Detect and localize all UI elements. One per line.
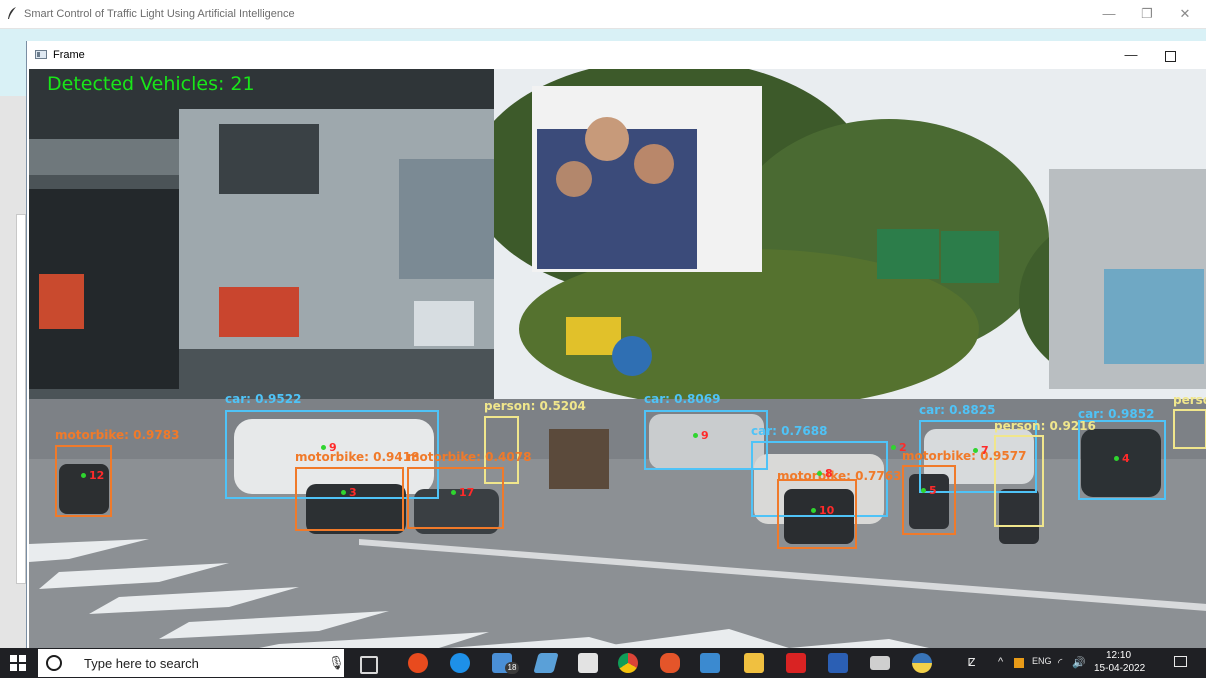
file-icon[interactable] bbox=[700, 653, 720, 673]
detection-label: perso bbox=[1173, 393, 1206, 407]
detection-label: motorbike: 0.9418 bbox=[295, 450, 420, 464]
track-centroid-dot bbox=[693, 433, 698, 438]
show-hidden-icons-icon[interactable]: ^ bbox=[998, 656, 1003, 668]
people-icon[interactable]: ⵇ bbox=[968, 656, 976, 669]
mail-badge: 18 bbox=[505, 662, 519, 674]
app-close-button[interactable]: ✕ bbox=[1174, 4, 1196, 24]
app-title: Smart Control of Traffic Light Using Art… bbox=[24, 8, 295, 20]
detection-label: car: 0.8825 bbox=[919, 403, 996, 417]
explorer-icon[interactable] bbox=[744, 653, 764, 673]
frame-titlebar: Frame — bbox=[27, 41, 1206, 69]
left-scrollbar[interactable] bbox=[16, 214, 26, 584]
python-icon[interactable] bbox=[912, 653, 932, 673]
track-id-label: 9 bbox=[329, 441, 337, 454]
track-id-label: 17 bbox=[459, 486, 475, 499]
track-centroid-dot bbox=[81, 473, 86, 478]
store-icon[interactable] bbox=[578, 653, 598, 673]
track-centroid-dot bbox=[341, 490, 346, 495]
clock-date[interactable]: 15-04-2022 bbox=[1094, 663, 1145, 674]
acrobat-icon[interactable] bbox=[786, 653, 806, 673]
track-id-label: 3 bbox=[349, 486, 357, 499]
volume-icon[interactable]: 🔊 bbox=[1072, 656, 1086, 669]
track-centroid-dot bbox=[817, 471, 822, 476]
cortana-icon[interactable] bbox=[408, 653, 428, 673]
detection-label: person: 0.5204 bbox=[484, 399, 586, 413]
feather-icon bbox=[8, 7, 16, 19]
wifi-icon[interactable]: ◜ bbox=[1058, 656, 1062, 669]
detection-label: motorbike: 0.4078 bbox=[407, 450, 532, 464]
detection-label: person: 0.9216 bbox=[994, 419, 1096, 433]
app-titlebar: Smart Control of Traffic Light Using Art… bbox=[0, 0, 1206, 29]
track-centroid-dot bbox=[321, 445, 326, 450]
app-restore-button[interactable]: ❐ bbox=[1136, 4, 1158, 24]
track-id-label: 8 bbox=[825, 467, 833, 480]
detection-box bbox=[295, 467, 404, 531]
taskbar: Type here to search 🎙 18 ⵇ ^ ENG ◜ 🔊 12:… bbox=[0, 648, 1206, 678]
track-id-label: 5 bbox=[929, 484, 937, 497]
track-centroid-dot bbox=[451, 490, 456, 495]
search-placeholder: Type here to search bbox=[84, 656, 199, 671]
language-indicator[interactable]: ENG bbox=[1032, 656, 1052, 666]
detection-box bbox=[1173, 409, 1206, 449]
detection-box bbox=[902, 465, 956, 535]
detection-label: motorbike: 0.7763 bbox=[777, 469, 902, 483]
detection-label: car: 0.9522 bbox=[225, 392, 302, 406]
detection-label: motorbike: 0.9577 bbox=[902, 449, 1027, 463]
start-windows-icon[interactable] bbox=[10, 655, 26, 671]
detection-label: car: 0.8069 bbox=[644, 392, 721, 406]
chrome-icon[interactable] bbox=[618, 653, 638, 673]
frame-maximize-button[interactable] bbox=[1165, 51, 1176, 62]
street-scene-image bbox=[29, 69, 1206, 648]
video-frame: Detected Vehicles: 21 car: 0.9522 car: 0.… bbox=[29, 69, 1206, 648]
track-centroid-dot bbox=[973, 448, 978, 453]
app-minimize-button[interactable]: — bbox=[1098, 4, 1120, 24]
frame-window: Frame — Detected Vehicles: 21 car: 0.952… bbox=[26, 41, 1206, 648]
terminal-icon[interactable] bbox=[870, 656, 890, 670]
track-centroid-dot bbox=[891, 445, 896, 450]
track-id-label: 7 bbox=[981, 444, 989, 457]
track-centroid-dot bbox=[1114, 456, 1119, 461]
detection-box bbox=[407, 467, 504, 529]
taskbar-search-box[interactable]: Type here to search 🎙 bbox=[38, 649, 345, 677]
app-tray-icon[interactable] bbox=[1014, 658, 1024, 668]
word-icon[interactable] bbox=[828, 653, 848, 673]
frame-title: Frame bbox=[53, 49, 85, 61]
detected-vehicles-count: Detected Vehicles: 21 bbox=[47, 73, 255, 95]
track-id-label: 9 bbox=[701, 429, 709, 442]
track-id-label: 4 bbox=[1122, 452, 1130, 465]
window-icon bbox=[35, 50, 47, 59]
detection-box bbox=[777, 479, 857, 549]
detection-label: car: 0.7688 bbox=[751, 424, 828, 438]
paint-icon[interactable] bbox=[660, 653, 680, 673]
track-id-label: 2 bbox=[899, 441, 907, 454]
task-view-icon[interactable] bbox=[360, 656, 378, 674]
edge-icon[interactable] bbox=[450, 653, 470, 673]
clock-time[interactable]: 12:10 bbox=[1106, 650, 1131, 661]
track-centroid-dot bbox=[811, 508, 816, 513]
track-id-label: 12 bbox=[89, 469, 105, 482]
track-centroid-dot bbox=[921, 488, 926, 493]
frame-minimize-button[interactable]: — bbox=[1119, 45, 1143, 65]
photos-icon[interactable] bbox=[533, 653, 559, 673]
notification-icon[interactable] bbox=[1174, 656, 1187, 667]
search-icon bbox=[46, 655, 62, 671]
track-id-label: 10 bbox=[819, 504, 835, 517]
detection-label: motorbike: 0.9783 bbox=[55, 428, 180, 442]
microphone-icon[interactable]: 🎙 bbox=[328, 655, 345, 671]
